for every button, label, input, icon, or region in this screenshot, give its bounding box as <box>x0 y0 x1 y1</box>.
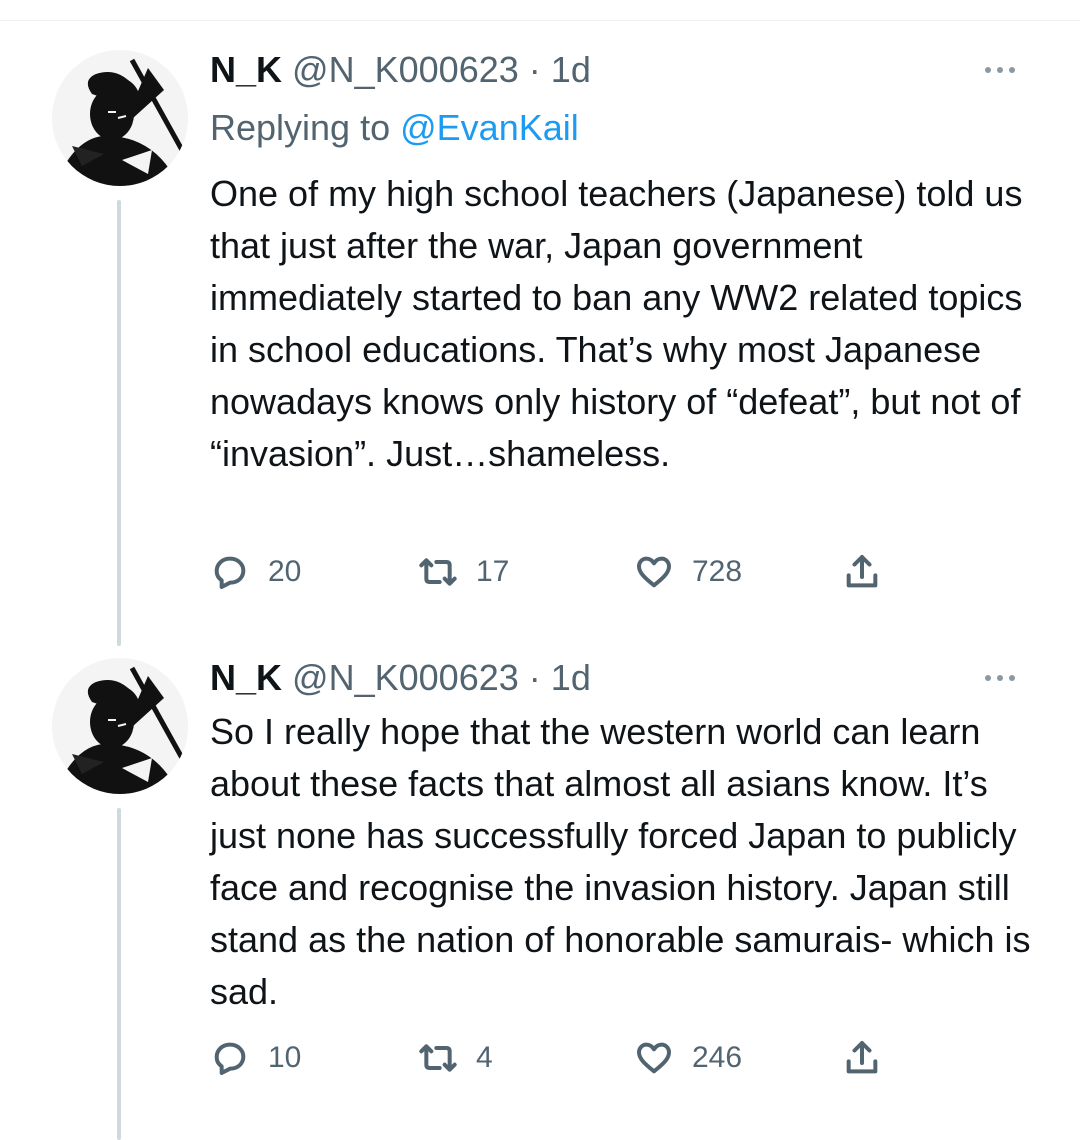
replying-to-label: Replying to <box>210 107 391 148</box>
retweet-button[interactable]: 17 <box>418 552 509 592</box>
heart-icon <box>637 556 671 588</box>
thread-line <box>117 808 121 1140</box>
tweet-header: N_K @N_K000623 · 1d <box>210 658 591 698</box>
avatar[interactable] <box>52 658 188 794</box>
like-count: 246 <box>692 1041 743 1074</box>
author-name[interactable]: N_K <box>210 657 282 698</box>
tweet-time[interactable]: 1d <box>551 657 591 698</box>
share-button[interactable] <box>842 1038 882 1078</box>
retweet-icon <box>419 1044 457 1072</box>
share-icon <box>846 1041 878 1074</box>
separator-dot: · <box>528 657 541 698</box>
reply-icon <box>214 556 246 589</box>
reply-icon <box>214 1042 246 1075</box>
reply-count: 20 <box>268 555 302 588</box>
separator-dot: · <box>528 49 541 90</box>
tweet-time[interactable]: 1d <box>551 49 591 90</box>
author-name[interactable]: N_K <box>210 49 282 90</box>
tweet-header: N_K @N_K000623 · 1d <box>210 50 591 90</box>
retweet-icon <box>419 558 457 586</box>
reply-button[interactable]: 10 <box>210 1038 301 1078</box>
samurai-avatar-icon <box>52 658 188 794</box>
replying-to: Replying to @EvanKail <box>210 108 579 148</box>
like-count: 728 <box>692 555 743 588</box>
tweet-text: So I really hope that the western world … <box>210 711 1031 1012</box>
top-divider <box>0 20 1080 21</box>
more-options-icon[interactable] <box>985 60 1029 80</box>
reply-count: 10 <box>268 1041 302 1074</box>
like-button[interactable]: 728 <box>634 552 742 592</box>
reply-button[interactable]: 20 <box>210 552 301 592</box>
author-handle[interactable]: @N_K000623 <box>292 49 519 90</box>
tweet-actions: 20 17 728 <box>210 552 910 592</box>
share-icon <box>846 555 878 588</box>
thread-line <box>117 200 121 646</box>
retweet-button[interactable]: 4 <box>418 1038 493 1078</box>
tweet-actions: 10 4 246 <box>210 1038 910 1078</box>
retweet-count: 17 <box>476 555 510 588</box>
avatar[interactable] <box>52 50 188 186</box>
more-options-icon[interactable] <box>985 668 1029 688</box>
mention-link[interactable]: @EvanKail <box>400 107 579 148</box>
samurai-avatar-icon <box>52 50 188 186</box>
author-handle[interactable]: @N_K000623 <box>292 657 519 698</box>
tweet-text: One of my high school teachers (Japanese… <box>210 173 1023 474</box>
heart-icon <box>637 1042 671 1074</box>
like-button[interactable]: 246 <box>634 1038 742 1078</box>
share-button[interactable] <box>842 552 882 592</box>
retweet-count: 4 <box>476 1041 493 1074</box>
